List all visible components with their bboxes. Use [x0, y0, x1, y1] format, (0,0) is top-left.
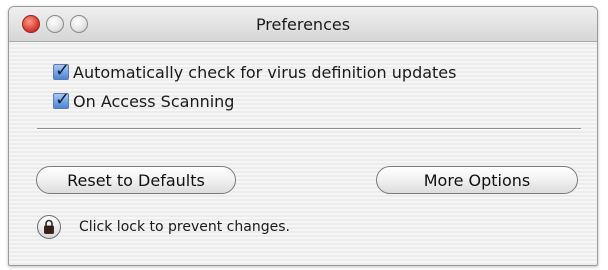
preferences-window: Preferences ✓ Automatically check for vi… — [8, 6, 598, 266]
auto-update-label[interactable]: Automatically check for virus definition… — [73, 63, 456, 82]
checkmark-icon: ✓ — [55, 89, 71, 110]
auto-update-option[interactable]: ✓ Automatically check for virus definiti… — [53, 60, 456, 83]
window-title: Preferences — [255, 15, 351, 34]
on-access-scanning-option[interactable]: ✓ On Access Scanning — [53, 89, 234, 112]
lock-button[interactable] — [37, 215, 61, 239]
auto-update-checkbox[interactable]: ✓ — [53, 60, 70, 81]
lock-icon — [44, 219, 54, 234]
lock-status-text: Click lock to prevent changes. — [79, 219, 290, 235]
checkmark-icon: ✓ — [55, 60, 71, 81]
on-access-scanning-checkbox[interactable]: ✓ — [53, 89, 70, 110]
title-bar[interactable]: Preferences — [9, 7, 597, 42]
on-access-scanning-label[interactable]: On Access Scanning — [73, 92, 234, 111]
more-options-button[interactable]: More Options — [376, 166, 578, 194]
reset-to-defaults-button[interactable]: Reset to Defaults — [36, 166, 236, 194]
separator — [37, 128, 581, 130]
